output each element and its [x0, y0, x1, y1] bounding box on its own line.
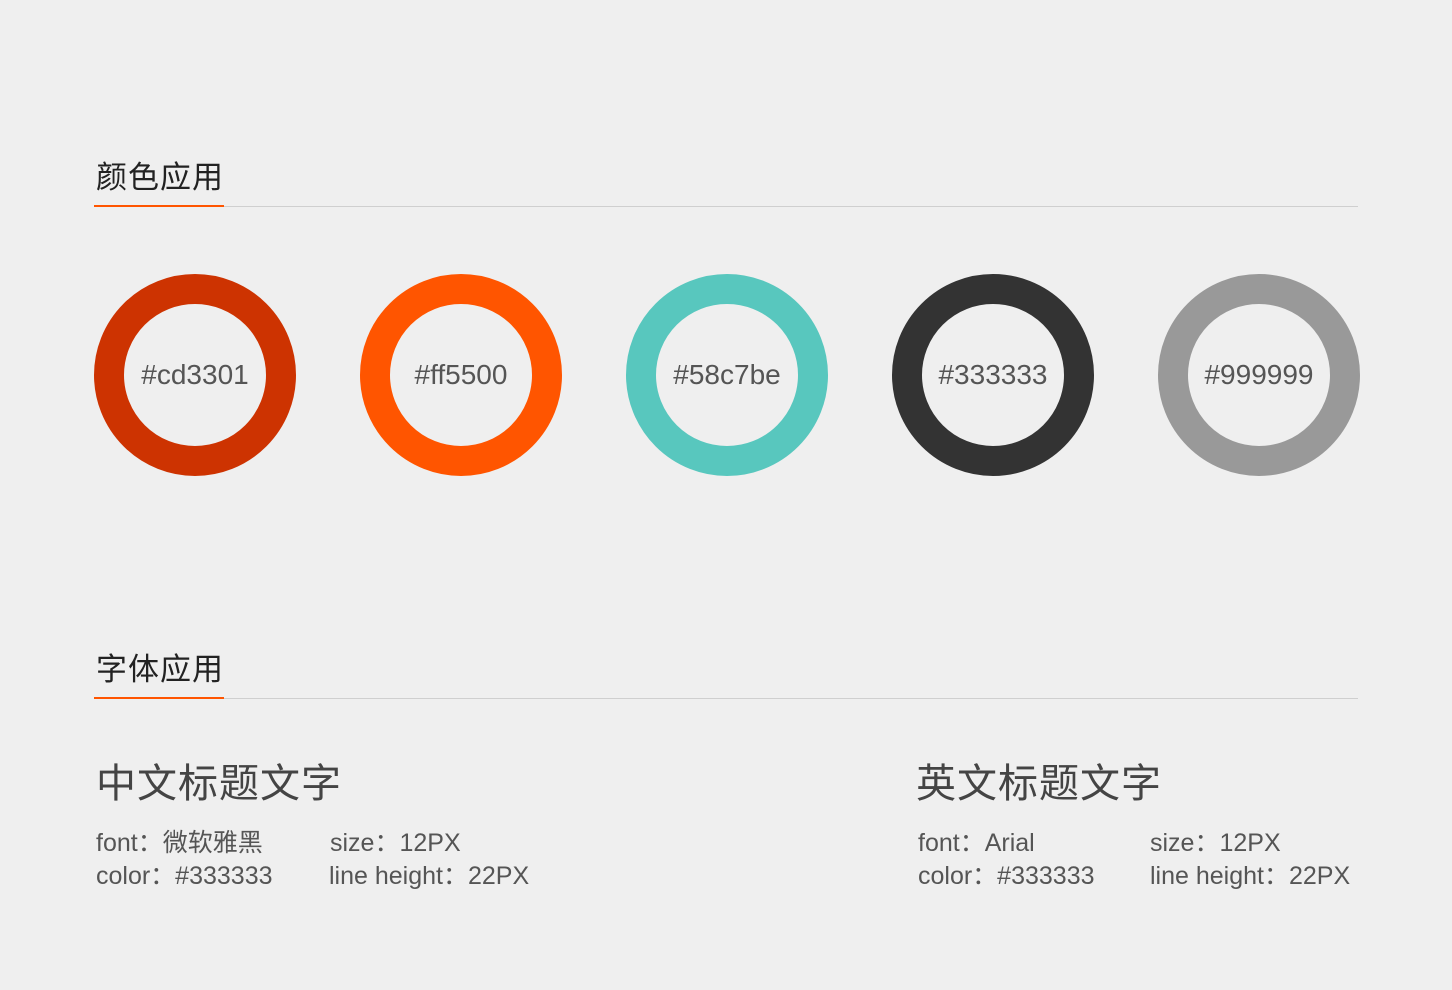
- english-line-height-spec: line height：22PX: [1150, 862, 1351, 890]
- swatch-hex-label: #ff5500: [414, 359, 508, 390]
- color-swatch-333333: #333333: [892, 274, 1094, 476]
- english-size-spec: size：12PX: [1150, 829, 1281, 857]
- chinese-color-spec: color：#333333: [96, 862, 273, 890]
- color-section-divider: [94, 206, 1358, 207]
- chinese-heading-sample: 中文标题文字: [96, 762, 342, 806]
- english-heading-sample: 英文标题文字: [916, 762, 1162, 806]
- color-swatch-58c7be: #58c7be: [626, 274, 828, 476]
- font-section-title: 字体应用: [96, 652, 224, 687]
- chinese-line-height-spec: line height：22PX: [329, 862, 530, 890]
- swatch-hex-label: #58c7be: [673, 359, 781, 390]
- english-color-spec: color：#333333: [918, 862, 1095, 890]
- color-swatch-ff5500: #ff5500: [360, 274, 562, 476]
- color-swatch-999999: #999999: [1158, 274, 1360, 476]
- chinese-font-spec: font：微软雅黑: [96, 829, 263, 857]
- color-section-title-underline: [94, 205, 224, 207]
- font-section-divider: [94, 698, 1358, 699]
- color-section-title: 颜色应用: [96, 160, 224, 195]
- swatch-hex-label: #333333: [938, 359, 1048, 390]
- english-font-spec: font：Arial: [918, 829, 1035, 857]
- color-swatch-cd3301: #cd3301: [94, 274, 296, 476]
- chinese-size-spec: size：12PX: [330, 829, 461, 857]
- swatch-hex-label: #cd3301: [141, 359, 249, 390]
- swatch-hex-label: #999999: [1204, 359, 1314, 390]
- font-section-title-underline: [94, 697, 224, 699]
